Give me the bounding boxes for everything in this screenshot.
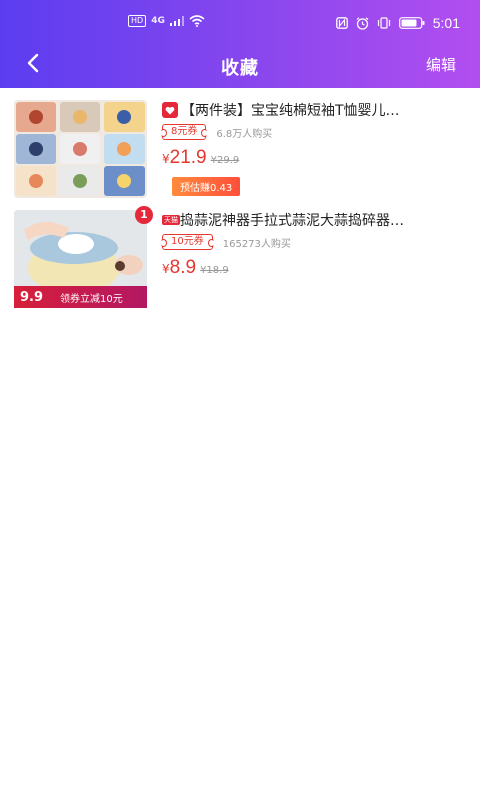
coupon-badge: 8元券 [159,124,209,140]
hd-badge: HD [128,15,147,27]
title-row: 【两件装】宝宝纯棉短袖T恤婴儿… [162,100,466,120]
signal-icon [169,16,184,26]
list-item[interactable]: 【两件装】宝宝纯棉短袖T恤婴儿… 8元券 6.8万人购买 ¥ 21.9 ¥29.… [0,100,480,200]
current-price: 8.9 [169,257,197,278]
price-row: ¥ 21.9 ¥29.9 [162,147,466,169]
tmall-tag: 天猫 [162,215,180,225]
product-info: 【两件装】宝宝纯棉短袖T恤婴儿… 8元券 6.8万人购买 ¥ 21.9 ¥29.… [159,100,466,196]
promo-strip: 9.9 领券立减10元 [14,286,147,308]
battery-icon [398,17,425,29]
title-row: 天猫 捣蒜泥神器手拉式蒜泥大蒜捣碎器… [162,210,466,230]
sold-count: 6.8万人购买 [216,128,273,140]
product-thumbnail-graphic [14,100,147,198]
count-badge: 1 [135,206,153,224]
coupon-row: 8元券 6.8万人购买 [159,123,466,141]
page-title: 收藏 [221,58,259,79]
original-price: ¥18.9 [200,265,229,276]
alarm-icon [356,16,369,30]
original-price: ¥29.9 [210,155,240,166]
edit-button[interactable]: 编辑 [426,54,456,75]
product-image[interactable] [14,100,147,198]
promo-label: 领券立减10元 [60,293,123,305]
product-title: 【两件装】宝宝纯棉短袖T恤婴儿… [181,103,400,119]
tmall-heart-icon [162,102,178,118]
wifi-icon [189,15,205,27]
vibrate-icon [377,17,390,29]
status-right: 5:01 [335,15,460,31]
price-row: ¥ 8.9 ¥18.9 [162,257,466,279]
product-info: 天猫 捣蒜泥神器手拉式蒜泥大蒜捣碎器… 10元券 165273人购买 ¥ 8.9… [160,210,466,279]
network-4g-label: 4G [151,16,165,26]
sold-count: 165273人购买 [222,238,291,250]
list-item[interactable]: 9.9 领券立减10元 1 天猫 捣蒜泥神器手拉式蒜泥大蒜捣碎器… 10元券 1… [0,206,480,310]
status-bar: HD 4G 5:01 [0,0,480,44]
promo-price: 9.9 [20,289,44,305]
product-title: 捣蒜泥神器手拉式蒜泥大蒜捣碎器… [180,213,404,229]
current-price: 21.9 [169,147,207,168]
price-symbol: ¥ [162,152,170,166]
estimated-earnings-badge: 预估赚0.43 [172,177,241,196]
coupon-badge: 10元券 [160,234,215,250]
product-image[interactable]: 9.9 领券立减10元 1 [14,206,153,308]
price-symbol: ¥ [162,262,170,276]
coupon-row: 10元券 165273人购买 [160,233,466,251]
status-left: HD 4G [128,15,205,27]
status-time: 5:01 [432,15,460,31]
nfc-icon [335,17,348,29]
top-header: HD 4G 5:01 收藏 编辑 [0,0,480,88]
